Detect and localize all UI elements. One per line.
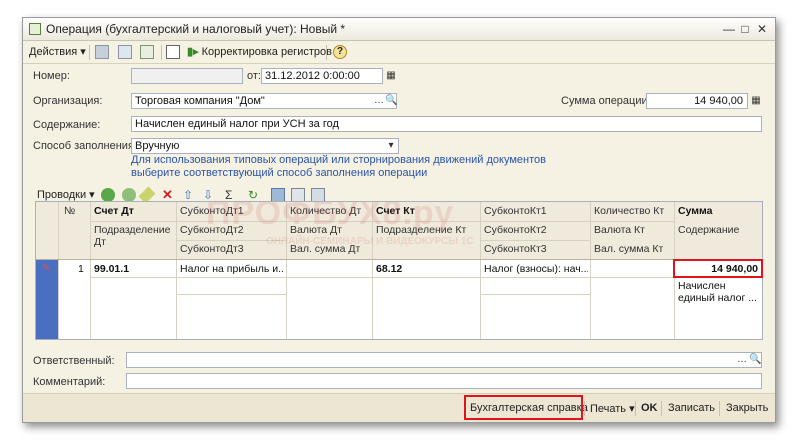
grid-line: [90, 277, 674, 278]
responsible-field[interactable]: [126, 352, 762, 368]
grid-line: [480, 240, 590, 241]
grid-line: [590, 202, 591, 339]
responsible-label: Ответственный:: [33, 355, 115, 367]
grid-line: [480, 202, 481, 339]
document-window: Операция (бухгалтерский и налоговый учет…: [22, 17, 776, 423]
toolbar: Действия ▾ ▮▸ Корректировка регистров ?: [23, 41, 775, 64]
bottom-bar: Бухгалтерская справка Печать ▾ OK Записа…: [23, 393, 775, 422]
move-down-icon[interactable]: ⇩: [203, 188, 217, 202]
correction-icon: ▮▸: [187, 46, 199, 58]
fill-method-select[interactable]: Вручную: [131, 138, 399, 154]
col-subconto-kt1-header[interactable]: СубконтоКт1: [484, 205, 547, 217]
copy-row-icon[interactable]: [122, 188, 136, 202]
document-icon: [29, 23, 41, 35]
select-dots-icon[interactable]: …: [373, 94, 385, 108]
fill-hint-line2: выберите соответствующий способ заполнен…: [131, 167, 428, 179]
window-title: Операция (бухгалтерский и налоговый учет…: [46, 22, 346, 36]
toolbar-separator: [661, 401, 662, 416]
watermark-logo: ПРОФБУХ8.ру: [206, 201, 455, 232]
grid-line: [36, 259, 762, 260]
fill-method-label: Способ заполнения:: [33, 140, 137, 152]
copy-document-icon[interactable]: [140, 45, 154, 59]
save-button[interactable]: Записать: [668, 402, 715, 414]
delete-row-icon[interactable]: ✕: [162, 188, 176, 202]
row-dt-account[interactable]: 99.01.1: [94, 263, 129, 275]
col-content-header[interactable]: Содержание: [678, 224, 739, 236]
date-field[interactable]: 31.12.2012 0:00:00: [261, 68, 383, 84]
filter-icon[interactable]: [291, 188, 305, 202]
grid-line: [176, 202, 177, 339]
post-document-icon[interactable]: [95, 45, 109, 59]
row-content-line1[interactable]: Начислен: [678, 280, 726, 292]
col-sum-header[interactable]: Сумма: [678, 205, 713, 217]
print-menu[interactable]: Печать ▾: [590, 402, 635, 415]
title-bar: Операция (бухгалтерский и налоговый учет…: [23, 18, 775, 41]
content-label: Содержание:: [33, 119, 101, 131]
maximize-icon[interactable]: □: [737, 21, 753, 37]
accounting-note-highlight-frame: [464, 395, 583, 420]
calculator-icon[interactable]: ▦: [750, 94, 762, 108]
organization-label: Организация:: [33, 95, 103, 107]
ok-button[interactable]: OK: [641, 402, 658, 414]
help-icon[interactable]: ?: [333, 45, 347, 59]
row-kt-account[interactable]: 68.12: [376, 263, 402, 275]
col-subconto-kt3-header[interactable]: СубконтоКт3: [484, 243, 547, 255]
grid-line: [480, 294, 590, 295]
grid-line: [90, 202, 91, 339]
chevron-down-icon[interactable]: ▾: [385, 139, 397, 153]
content-field[interactable]: Начислен единый налог при УСН за год: [131, 116, 762, 132]
refresh-icon[interactable]: ↻: [248, 188, 262, 202]
print-icon[interactable]: [311, 188, 325, 202]
number-label: Номер:: [33, 70, 70, 82]
close-button[interactable]: Закрыть: [726, 402, 768, 414]
add-row-icon[interactable]: [101, 188, 115, 202]
toolbar-separator: [326, 45, 327, 60]
col-subconto-dt3-header[interactable]: СубконтоДт3: [180, 243, 244, 255]
col-currency-kt-header[interactable]: Валюта Кт: [594, 224, 645, 236]
close-icon[interactable]: ✕: [754, 21, 770, 37]
col-division-dt-header[interactable]: Подразделение Дт: [94, 224, 174, 248]
col-cur-sum-kt-header[interactable]: Вал. сумма Кт: [594, 243, 663, 255]
search-icon[interactable]: 🔍: [385, 94, 397, 108]
operation-sum-field[interactable]: 14 940,00: [646, 93, 748, 109]
toolbar-separator: [635, 401, 636, 416]
row-edit-icon: ✎: [42, 263, 51, 274]
toolbar-separator: [719, 401, 720, 416]
row-content-line2[interactable]: единый налог ...: [678, 292, 757, 304]
correction-button[interactable]: ▮▸ Корректировка регистров: [187, 44, 332, 60]
entries-table[interactable]: № Счет Дт СубконтоДт1 Количество Дт Счет…: [35, 201, 763, 340]
organization-field[interactable]: Торговая компания "Дом": [131, 93, 397, 109]
comment-label: Комментарий:: [33, 376, 106, 388]
col-subconto-kt2-header[interactable]: СубконтоКт2: [484, 224, 547, 236]
minimize-icon[interactable]: —: [721, 21, 737, 37]
select-dots-icon[interactable]: …: [736, 353, 748, 367]
sum-highlight-frame: [673, 259, 763, 278]
transfer-icon[interactable]: [271, 188, 285, 202]
search-icon[interactable]: 🔍: [749, 353, 761, 367]
watermark-subtitle: ОНЛАЙН-СЕМИНАРЫ И ВИДЕОКУРСЫ 1С: [266, 236, 474, 247]
calendar-icon[interactable]: ▦: [385, 69, 397, 83]
actions-menu[interactable]: Действия ▾: [29, 44, 86, 60]
document-movements-icon[interactable]: [118, 45, 132, 59]
row-subconto-dt1[interactable]: Налог на прибыль и...: [180, 263, 284, 275]
row-subconto-kt1[interactable]: Налог (взносы): нач...: [484, 263, 588, 275]
sum-icon[interactable]: Σ: [225, 188, 239, 202]
col-qty-kt-header[interactable]: Количество Кт: [594, 205, 664, 217]
col-dt-account-header[interactable]: Счет Дт: [94, 205, 134, 217]
structure-icon[interactable]: [166, 45, 180, 59]
row-selection-marker[interactable]: ✎: [36, 260, 58, 339]
grid-line: [176, 294, 286, 295]
grid-line: [58, 202, 59, 339]
toolbar-separator: [161, 45, 162, 60]
fill-hint-line1: Для использования типовых операций или с…: [131, 154, 546, 166]
col-num-header[interactable]: №: [64, 205, 75, 217]
date-label: от:: [247, 70, 261, 82]
move-up-icon[interactable]: ⇧: [183, 188, 197, 202]
number-field[interactable]: [131, 68, 243, 84]
row-num[interactable]: 1: [78, 263, 84, 275]
comment-field[interactable]: [126, 373, 762, 389]
operation-sum-label: Сумма операции:: [561, 95, 651, 107]
toolbar-separator: [89, 45, 90, 60]
toolbar-separator: [584, 401, 585, 416]
